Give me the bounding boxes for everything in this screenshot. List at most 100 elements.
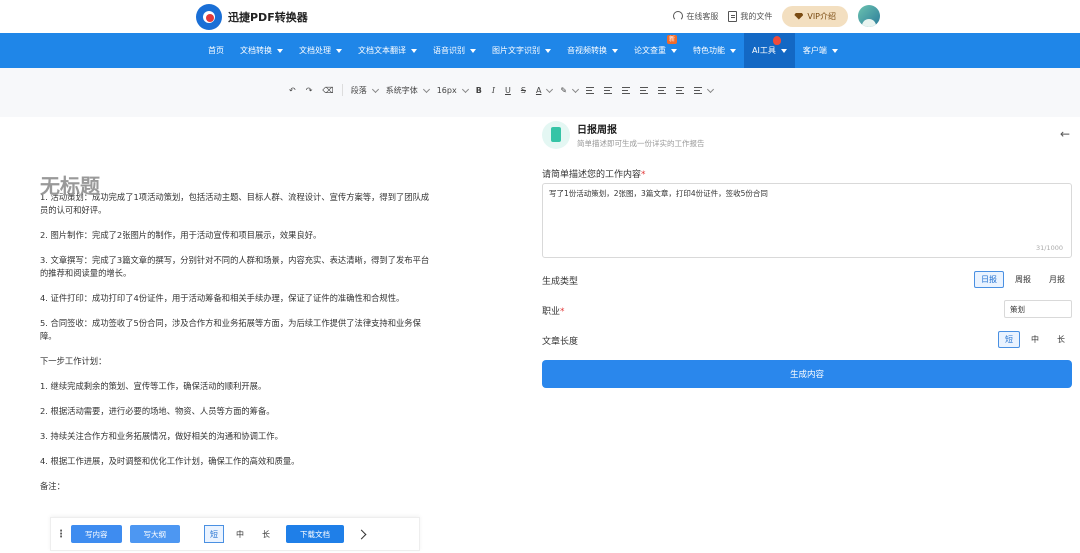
paragraph-select[interactable]: 段落 [346, 79, 381, 101]
caret-down-icon [470, 48, 476, 53]
document-paragraph: 3. 持续关注合作方和业务拓展情况，做好相关的沟通和协调工作。 [40, 431, 283, 441]
caret-down-icon [831, 48, 838, 53]
font-color-select[interactable]: A [531, 79, 555, 101]
align-left-button[interactable] [617, 79, 635, 101]
font-select[interactable]: 系统字体 [381, 79, 432, 101]
underline-button[interactable]: U [500, 79, 516, 101]
document-paragraph: 4. 证件打印：成功打印了4份证件，用于活动筹备和相关手续办理，保证了证件的准确… [40, 293, 405, 303]
redo-icon: ↷ [305, 85, 313, 95]
document-paragraph: 1. 继续完成剩余的策划、宣传等工作，确保活动的顺利开展。 [40, 381, 267, 391]
highlight-select[interactable]: ✎ [555, 79, 581, 101]
document-editor[interactable]: 1. 活动策划：成功完成了1项活动策划，包括活动主题、目标人群、流程设计、宣传方… [0, 117, 472, 553]
align-center-button[interactable] [635, 79, 653, 101]
main-nav: 首页 文档转换 文档处理 文档文本翻译 语音识别 图片文字识别 音视频转换 论文查重新特色功能… [0, 33, 1080, 68]
length-short-button[interactable]: 短 [204, 525, 224, 543]
app-logo[interactable]: 迅捷PDF转换器 [196, 4, 308, 30]
nav-item[interactable]: 文档文本翻译 [350, 33, 425, 68]
align-center-icon [640, 86, 649, 94]
nav-item[interactable]: 特色功能 [685, 33, 744, 68]
nav-item-label: 客户端 [802, 46, 827, 55]
nav-item[interactable]: 首页 [200, 33, 232, 68]
nav-item[interactable]: 客户端 [795, 33, 846, 68]
clear-format-button[interactable]: ⌫ [317, 79, 338, 101]
document-paragraph: 3. 文章撰写：完成了3篇文章的撰写，分别针对不同的人群和场景，内容充实、表达清… [40, 255, 430, 278]
nav-item[interactable]: 图片文字识别 [484, 33, 559, 68]
nav-item-label: 语音识别 [433, 46, 465, 55]
work-description-input[interactable]: 写了1份活动策划，2张图，3篇文章，打印4份证件，签收5份合同 31/1000 [542, 183, 1072, 258]
line-height-icon [694, 86, 703, 94]
line-height-select[interactable] [689, 79, 716, 101]
online-service-link[interactable]: 在线客服 [673, 11, 718, 22]
outdent-button[interactable] [599, 79, 617, 101]
generate-type-selector: 日报 周报 月报 [974, 271, 1072, 288]
caret-down-icon [612, 48, 618, 53]
type-daily-button[interactable]: 日报 [974, 271, 1004, 288]
nav-item-label: 图片文字识别 [492, 46, 540, 55]
nav-item[interactable]: 音视频转换 [559, 33, 626, 68]
type-monthly-button[interactable]: 月报 [1042, 271, 1072, 288]
length-long-button[interactable]: 长 [256, 525, 276, 543]
diamond-icon [794, 12, 804, 20]
nav-item[interactable]: AI工具 [744, 33, 795, 68]
describe-label-text: 请简单描述您的工作内容 [542, 170, 642, 180]
bold-icon: B [475, 85, 482, 95]
job-label-text: 职业 [542, 307, 561, 317]
nav-item[interactable]: 语音识别 [425, 33, 484, 68]
indent-button[interactable] [581, 79, 599, 101]
back-arrow-icon[interactable]: ← [1060, 127, 1070, 141]
panel-length-long-button[interactable]: 长 [1050, 331, 1072, 348]
panel-length-short-button[interactable]: 短 [998, 331, 1020, 348]
my-files-link[interactable]: 我的文件 [728, 10, 772, 22]
document-title[interactable]: 无标题 [40, 170, 100, 199]
length-medium-button[interactable]: 中 [230, 525, 250, 543]
vip-button[interactable]: VIP介绍 [782, 5, 848, 27]
write-content-button[interactable]: 写内容 [71, 525, 122, 543]
required-mark: * [560, 307, 565, 317]
nav-item-label: 论文查重 [634, 46, 666, 55]
justify-button[interactable] [671, 79, 689, 101]
caret-down-icon [336, 48, 342, 53]
avatar[interactable] [858, 5, 880, 27]
undo-button[interactable]: ↶ [284, 79, 301, 101]
nav-item[interactable]: 论文查重新 [626, 33, 685, 68]
nav-item[interactable]: 文档转换 [232, 33, 291, 68]
eraser-icon: ⌫ [322, 85, 334, 95]
char-counter: 31/1000 [1035, 244, 1063, 252]
caret-down-icon [671, 48, 677, 53]
type-weekly-button[interactable]: 周报 [1008, 271, 1038, 288]
chevron-right-icon[interactable] [356, 529, 367, 539]
document-body[interactable]: 1. 活动策划：成功完成了1项活动策划，包括活动主题、目标人群、流程设计、宣传方… [40, 191, 432, 505]
caret-down-icon [277, 48, 283, 53]
undo-icon: ↶ [289, 85, 296, 95]
align-right-icon [658, 86, 667, 94]
align-left-icon [622, 86, 631, 94]
strikethrough-button[interactable]: S [516, 79, 531, 101]
download-document-button[interactable]: 下载文档 [286, 525, 344, 543]
length-label: 文章长度 [542, 337, 579, 347]
top-header: 迅捷PDF转换器 在线客服 我的文件 VIP介绍 [0, 0, 1080, 33]
generate-type-label: 生成类型 [542, 277, 579, 287]
redo-button[interactable]: ↷ [301, 79, 318, 101]
hot-flame-icon [772, 36, 781, 45]
nav-item-label: AI工具 [752, 46, 776, 55]
job-input[interactable]: 策划 [1004, 300, 1072, 318]
job-label: 职业* [542, 304, 565, 317]
italic-button[interactable]: I [487, 79, 500, 101]
panel-length-medium-button[interactable]: 中 [1024, 331, 1046, 348]
panel-title: 日报周报 [577, 125, 617, 136]
nav-item-label: 文档处理 [299, 46, 331, 55]
nav-item-label: 特色功能 [693, 46, 725, 55]
underline-icon: U [505, 85, 511, 95]
nav-item[interactable]: 文档处理 [291, 33, 350, 68]
caret-down-icon [780, 48, 787, 53]
file-icon [728, 10, 738, 22]
caret-down-icon [545, 48, 551, 53]
new-badge: 新 [666, 35, 677, 44]
font-size-select[interactable]: 16px [432, 79, 471, 101]
write-outline-button[interactable]: 写大纲 [129, 525, 180, 543]
generate-content-button[interactable]: 生成内容 [542, 360, 1072, 388]
align-right-button[interactable] [653, 79, 671, 101]
more-icon[interactable]: ⋮ [51, 529, 71, 540]
bold-button[interactable]: B [471, 79, 487, 101]
document-paragraph: 备注： [40, 481, 65, 491]
